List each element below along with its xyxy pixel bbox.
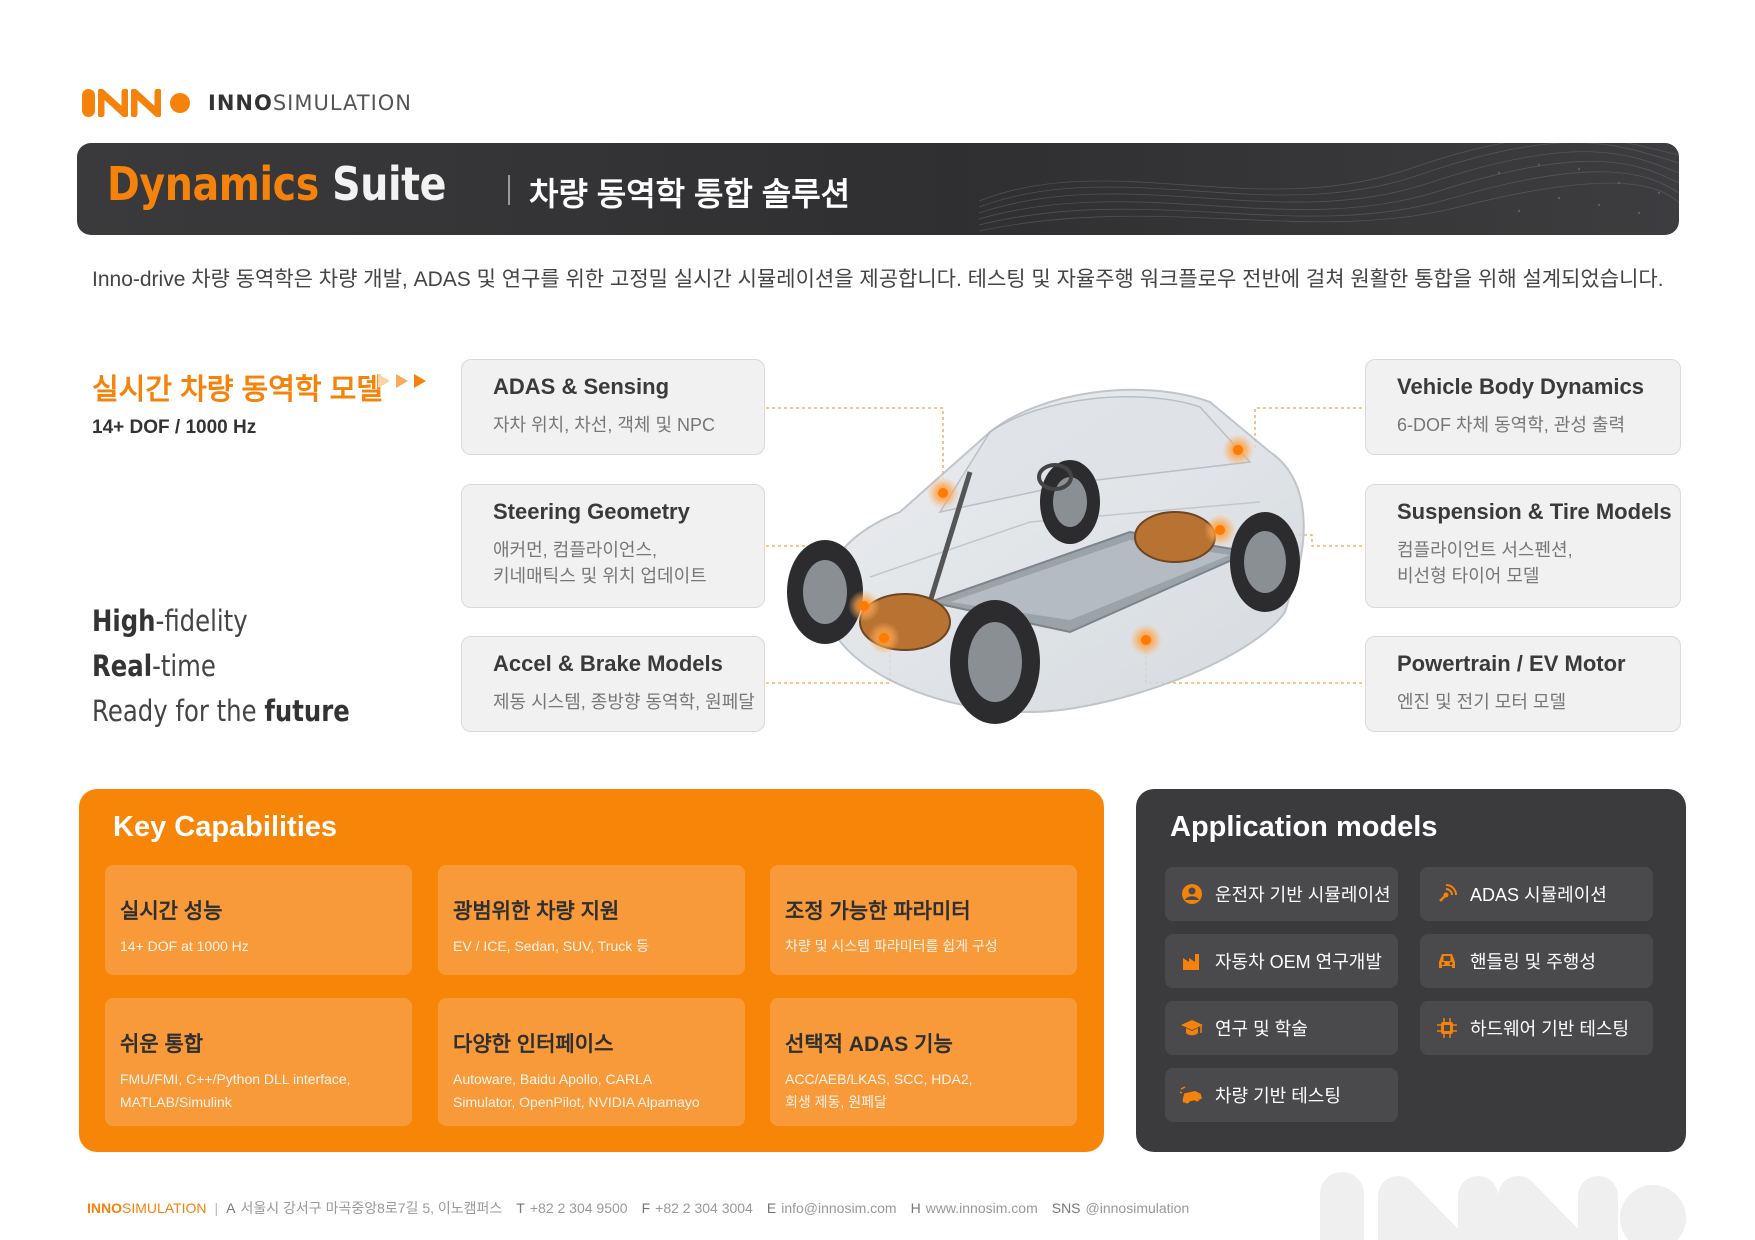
capability-title: 쉬운 통합: [120, 1033, 204, 1056]
feature-desc: 애커먼, 컴플라이언스, 키네매틱스 및 위치 업데이트: [493, 540, 707, 586]
footer-email[interactable]: info@innosim.com: [781, 1200, 896, 1216]
feature-card-steering: Steering Geometry 애커먼, 컴플라이언스, 키네매틱스 및 위…: [461, 484, 765, 608]
feature-desc: 자차 위치, 차선, 객체 및 NPC: [493, 415, 716, 435]
footer-address: 서울시 강서구 마곡중앙8로7길 5, 이노캠퍼스: [240, 1200, 503, 1216]
capability-title: 선택적 ADAS 기능: [785, 1033, 953, 1056]
factory-icon: [1179, 948, 1205, 974]
app-item-handling[interactable]: 핸들링 및 주행성: [1420, 934, 1653, 988]
feature-card-accel-brake: Accel & Brake Models 제동 시스템, 종방향 동역학, 원페…: [461, 636, 765, 732]
feature-title: Vehicle Body Dynamics: [1397, 374, 1644, 399]
footer-brand: INNOSIMULATION: [87, 1200, 207, 1216]
tagline-line-1: High-fidelity: [92, 604, 248, 638]
footer-sns[interactable]: @innosimulation: [1086, 1200, 1190, 1216]
footer-contact: INNOSIMULATION | A 서울시 강서구 마곡중앙8로7길 5, 이노…: [87, 1200, 1190, 1216]
product-subtitle: 차량 동역학 통합 솔루션: [529, 176, 851, 212]
capability-card: 광범위한 차량 지원 EV / ICE, Sedan, SUV, Truck 등: [438, 865, 745, 975]
realtime-spec: 14+ DOF / 1000 Hz: [92, 417, 257, 438]
capability-title: 광범위한 차량 지원: [453, 900, 620, 923]
applications-title: Application models: [1170, 811, 1438, 843]
car-chassis-illustration: [787, 388, 1305, 724]
app-item-label: 차량 기반 테스팅: [1215, 1086, 1341, 1106]
capability-title: 다양한 인터페이스: [453, 1033, 614, 1056]
capabilities-title: Key Capabilities: [113, 811, 338, 843]
capability-desc: FMU/FMI, C++/Python DLL interface, MATLA…: [120, 1071, 351, 1110]
radar-icon: [1434, 881, 1460, 907]
app-item-label: 운전자 기반 시뮬레이션: [1215, 885, 1391, 905]
capability-card: 조정 가능한 파라미터 차량 및 시스템 파라미터를 쉽게 구성: [770, 865, 1077, 975]
capability-desc: ACC/AEB/LKAS, SCC, HDA2, 회생 제동, 원페달: [785, 1071, 973, 1110]
capability-card: 실시간 성능 14+ DOF at 1000 Hz: [105, 865, 412, 975]
car-front-icon: [1434, 948, 1460, 974]
brand-name: INNOSIMULATION: [208, 91, 413, 115]
tagline-line-2: Real-time: [92, 649, 216, 683]
car-test-icon: [1179, 1082, 1205, 1108]
capability-card: 쉬운 통합 FMU/FMI, C++/Python DLL interface,…: [105, 998, 412, 1126]
watermark-logo: [1320, 1172, 1686, 1240]
driver-icon: [1179, 881, 1205, 907]
app-item-driver-sim[interactable]: 운전자 기반 시뮬레이션: [1165, 867, 1398, 921]
graduation-cap-icon: [1179, 1015, 1205, 1041]
tagline-line-3: Ready for the future: [92, 694, 350, 728]
capability-title: 실시간 성능: [120, 900, 223, 923]
capability-card: 다양한 인터페이스 Autoware, Baidu Apollo, CARLA …: [438, 998, 745, 1126]
feature-title: Steering Geometry: [493, 499, 690, 524]
app-item-label: 자동차 OEM 연구개발: [1215, 952, 1382, 972]
app-item-label: 하드웨어 기반 테스팅: [1470, 1019, 1630, 1039]
app-item-hil-testing[interactable]: 하드웨어 기반 테스팅: [1420, 1001, 1653, 1055]
capability-desc: 14+ DOF at 1000 Hz: [120, 938, 249, 954]
capability-title: 조정 가능한 파라미터: [785, 900, 971, 923]
app-item-research[interactable]: 연구 및 학술: [1165, 1001, 1398, 1055]
feature-title: Suspension & Tire Models: [1397, 499, 1672, 524]
capability-desc: Autoware, Baidu Apollo, CARLA Simulator,…: [453, 1071, 700, 1110]
capability-card: 선택적 ADAS 기능 ACC/AEB/LKAS, SCC, HDA2, 회생 …: [770, 998, 1077, 1126]
product-title: Dynamics Suite: [107, 157, 446, 211]
feature-title: Powertrain / EV Motor: [1397, 651, 1626, 676]
feature-card-suspension-tire: Suspension & Tire Models 컴플라이언트 서스펜션, 비선…: [1365, 484, 1681, 608]
app-item-oem-rnd[interactable]: 자동차 OEM 연구개발: [1165, 934, 1398, 988]
app-item-label: ADAS 시뮬레이션: [1470, 885, 1607, 905]
feature-card-adas-sensing: ADAS & Sensing 자차 위치, 차선, 객체 및 NPC: [461, 359, 765, 455]
footer-website[interactable]: www.innosim.com: [926, 1200, 1038, 1216]
title-divider: [508, 175, 510, 205]
capability-desc: 차량 및 시스템 파라미터를 쉽게 구성: [785, 938, 998, 954]
capability-desc: EV / ICE, Sedan, SUV, Truck 등: [453, 938, 650, 954]
realtime-title: 실시간 차량 동역학 모델: [92, 374, 383, 406]
footer-fax: +82 2 304 3004: [655, 1200, 753, 1216]
feature-desc: 6-DOF 차체 동역학, 관성 출력: [1397, 415, 1626, 435]
application-models-panel: Application models 운전자 기반 시뮬레이션 ADAS 시뮬레…: [1136, 789, 1686, 1152]
feature-card-body-dynamics: Vehicle Body Dynamics 6-DOF 차체 동역학, 관성 출…: [1365, 359, 1681, 455]
brand-logo: INNOSIMULATION: [82, 86, 412, 120]
app-item-adas-sim[interactable]: ADAS 시뮬레이션: [1420, 867, 1653, 921]
footer-phone: +82 2 304 9500: [529, 1200, 628, 1216]
app-item-vil-testing[interactable]: 차량 기반 테스팅: [1165, 1068, 1398, 1122]
title-banner: Dynamics Suite 차량 동역학 통합 솔루션: [77, 143, 1679, 235]
intro-text: Inno-drive 차량 동역학은 차량 개발, ADAS 및 연구를 위한 …: [92, 268, 1664, 291]
chip-icon: [1434, 1015, 1460, 1041]
wave-decoration: [979, 143, 1679, 232]
feature-card-powertrain: Powertrain / EV Motor 엔진 및 전기 모터 모델: [1365, 636, 1681, 732]
app-item-label: 연구 및 학술: [1215, 1019, 1308, 1039]
logo-mark: [82, 89, 190, 117]
key-capabilities-panel: Key Capabilities 실시간 성능 14+ DOF at 1000 …: [79, 789, 1104, 1152]
feature-title: ADAS & Sensing: [493, 374, 670, 399]
app-item-label: 핸들링 및 주행성: [1470, 952, 1596, 972]
feature-desc: 제동 시스템, 종방향 동역학, 원페달: [493, 692, 755, 712]
feature-desc: 컴플라이언트 서스펜션, 비선형 타이어 모델: [1397, 540, 1573, 586]
arrows-icon: [378, 374, 426, 388]
feature-desc: 엔진 및 전기 모터 모델: [1397, 692, 1567, 712]
feature-title: Accel & Brake Models: [493, 651, 723, 676]
